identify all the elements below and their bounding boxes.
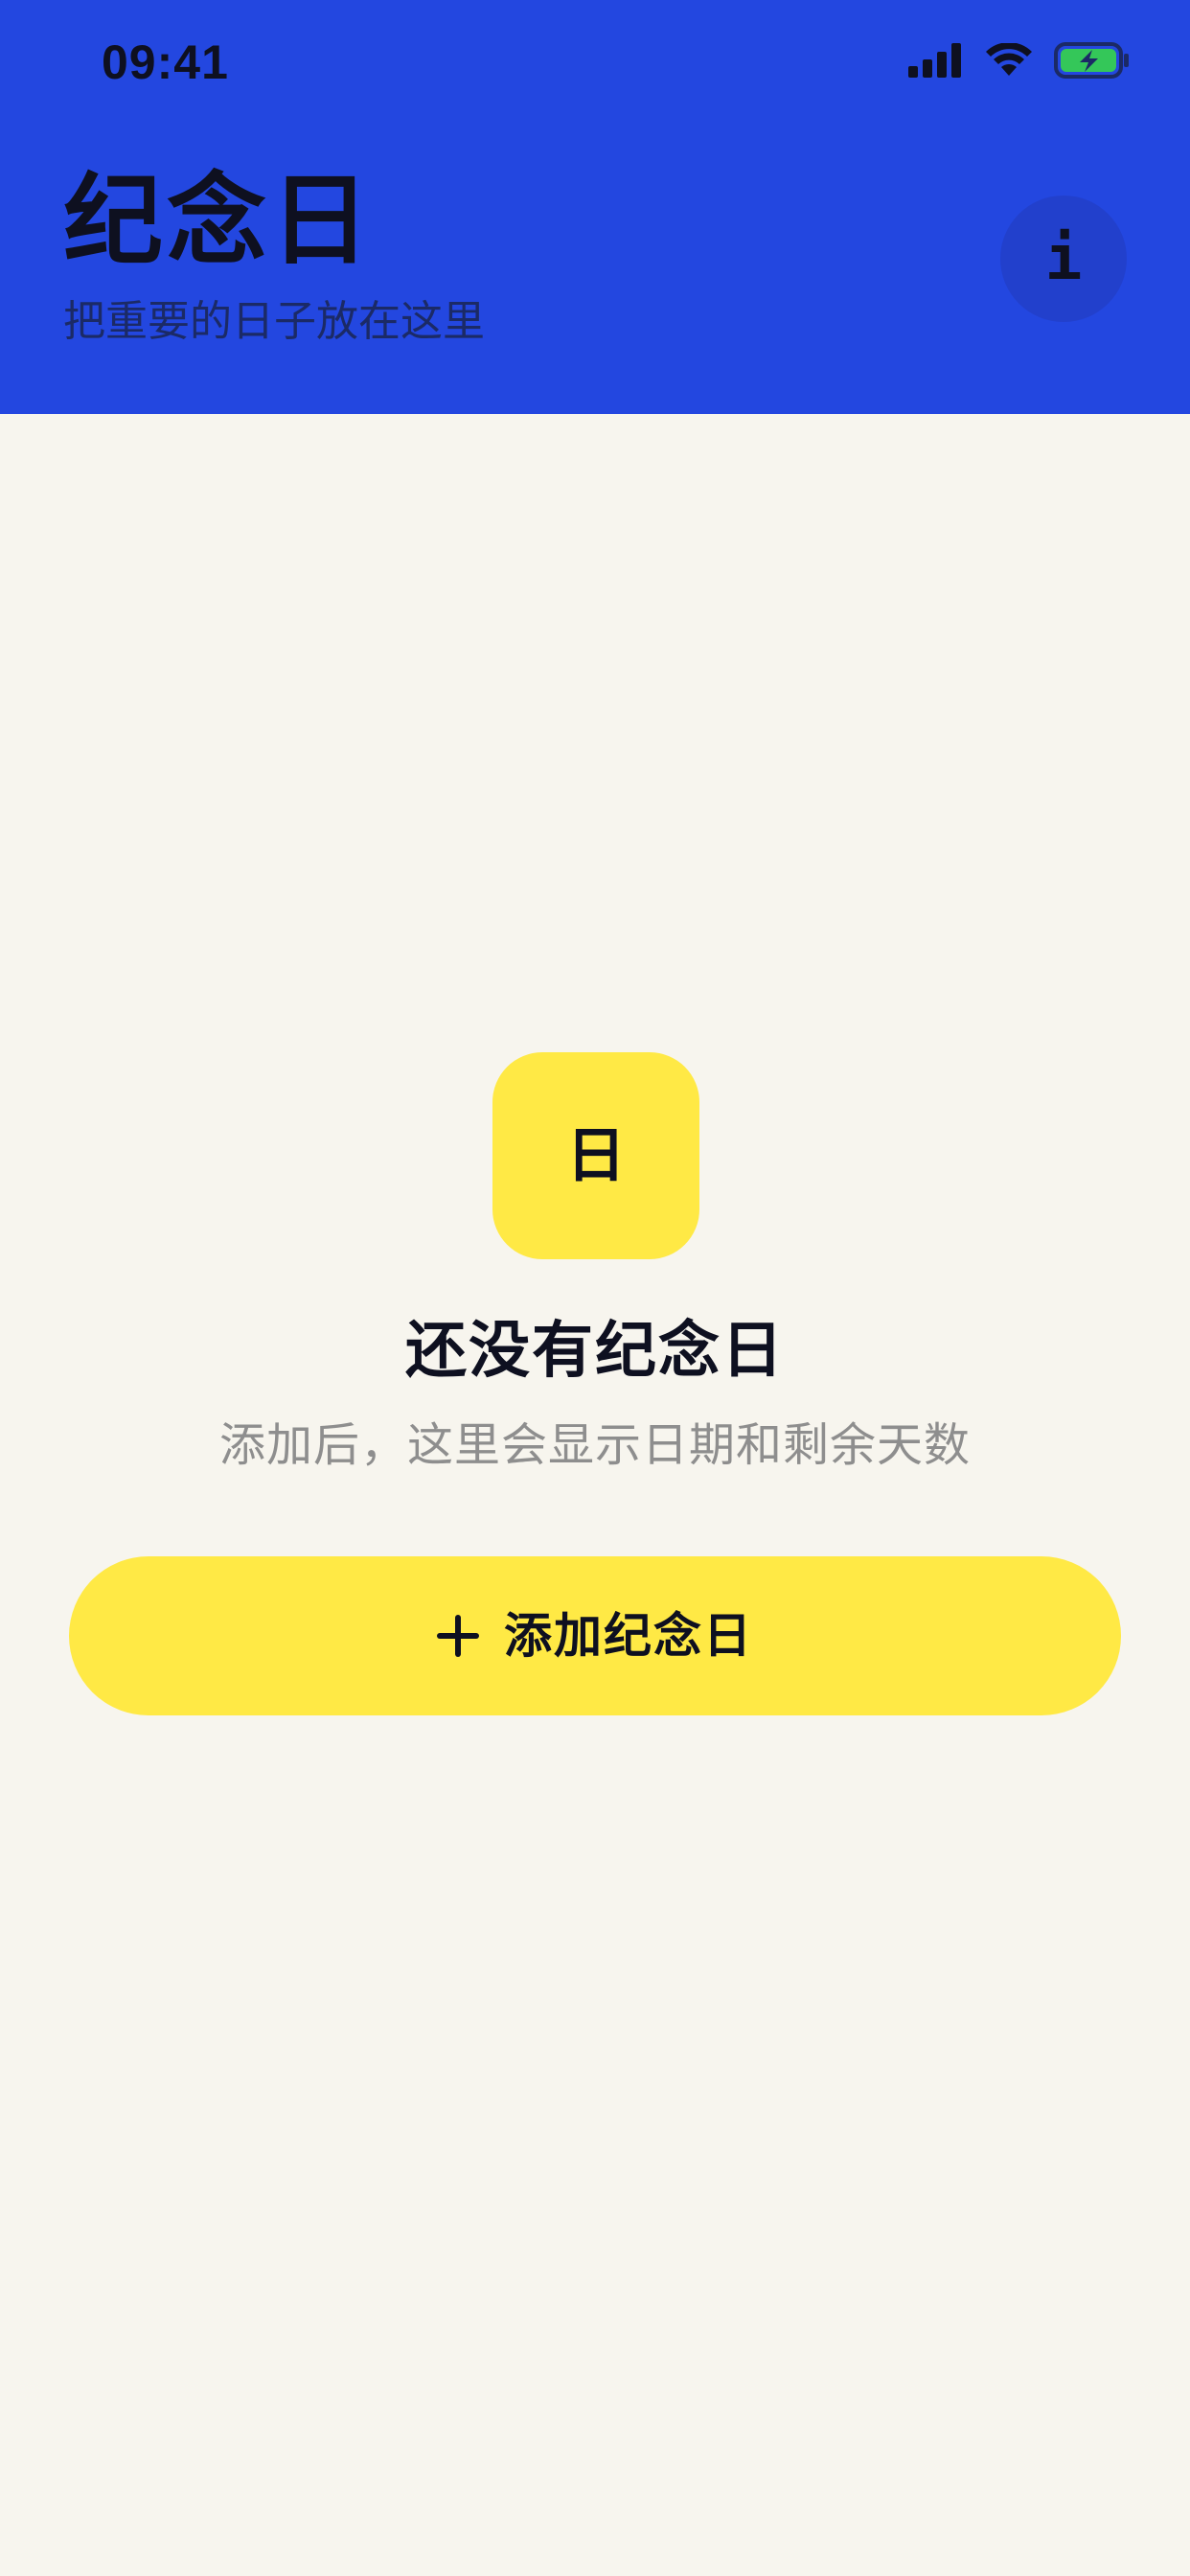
status-bar: 09:41: [0, 0, 1190, 130]
empty-state-subtitle: 添加后，这里会显示日期和剩余天数: [218, 1418, 971, 1472]
empty-state-title: 还没有纪念日: [405, 1316, 785, 1387]
battery-charging-icon: [1054, 42, 1129, 79]
app-screen: 09:41 纪念日 把重要的日子放在这里 i 日 还没有纪念日 添加后，这里会显…: [0, 0, 1190, 2576]
wifi-icon: [986, 43, 1032, 76]
plus-icon: [437, 1615, 479, 1657]
add-anniversary-label: 添加纪念日: [504, 1608, 753, 1664]
header-bar: 09:41 纪念日 把重要的日子放在这里 i: [0, 0, 1190, 414]
page-title: 纪念日: [63, 162, 375, 279]
status-icons: [908, 42, 1131, 79]
calendar-day-icon: 日: [492, 1052, 699, 1259]
info-icon: i: [1044, 223, 1083, 294]
page-subtitle: 把重要的日子放在这里: [63, 297, 485, 346]
info-button[interactable]: i: [1000, 196, 1127, 322]
calendar-day-glyph: 日: [565, 1120, 626, 1190]
status-time: 09:41: [102, 35, 229, 89]
add-anniversary-button[interactable]: 添加纪念日: [69, 1556, 1121, 1715]
cellular-signal-icon: [908, 43, 961, 78]
